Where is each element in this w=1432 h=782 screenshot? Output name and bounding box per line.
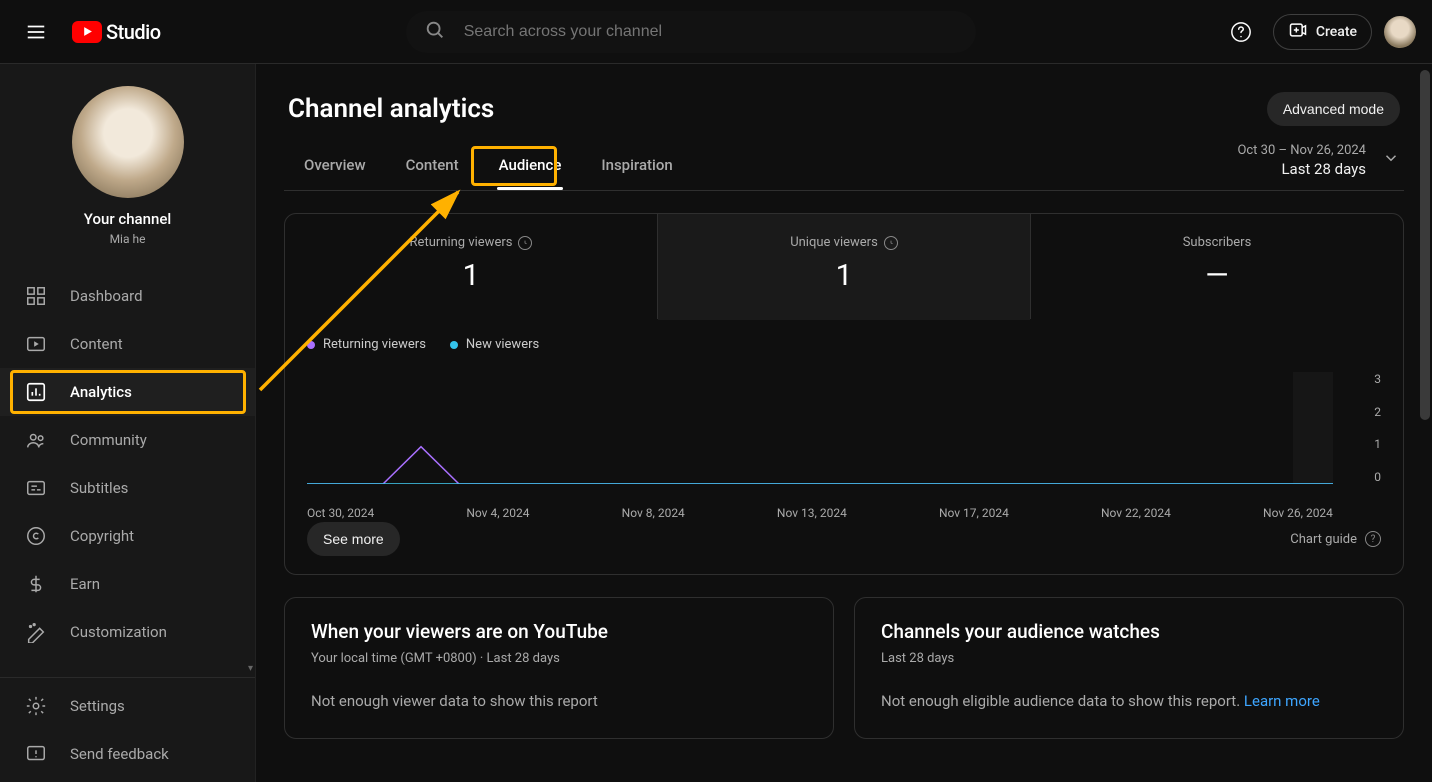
sidebar-item-label: Dashboard [70, 287, 143, 305]
scroll-down-icon[interactable]: ▾ [248, 663, 253, 674]
learn-more-link[interactable]: Learn more [1244, 692, 1320, 710]
tab-content[interactable]: Content [390, 138, 475, 190]
create-button[interactable]: Create [1273, 14, 1372, 50]
metric-label: Returning viewers [410, 235, 513, 250]
sidebar-item-analytics[interactable]: Analytics [0, 368, 255, 416]
user-avatar[interactable] [1384, 16, 1416, 48]
create-plus-icon [1288, 20, 1308, 44]
clock-icon [518, 236, 532, 250]
chevron-down-icon [1382, 149, 1400, 171]
subtitles-icon [24, 476, 48, 500]
metric-label: Subscribers [1183, 235, 1252, 250]
sidebar-item-content[interactable]: Content [0, 320, 255, 368]
studio-logo[interactable]: Studio [72, 20, 161, 44]
earn-icon [24, 572, 48, 596]
metric-value: 1 [658, 258, 1030, 293]
clock-icon [884, 236, 898, 250]
sidebar-item-label: Community [70, 431, 147, 449]
sidebar-item-subtitles[interactable]: Subtitles [0, 464, 255, 512]
help-icon[interactable] [1221, 12, 1261, 52]
channel-title: Your channel [0, 210, 255, 228]
date-range-sub: Oct 30 – Nov 26, 2024 [1237, 143, 1366, 158]
date-range-picker[interactable]: Oct 30 – Nov 26, 2024 Last 28 days [1237, 143, 1400, 186]
customization-icon [24, 620, 48, 644]
legend-label: Returning viewers [323, 337, 426, 352]
legend-item: Returning viewers [307, 337, 426, 352]
feedback-icon [24, 742, 48, 766]
card-when-viewers-on-youtube: When your viewers are on YouTube Your lo… [284, 597, 834, 739]
analytics-icon [24, 380, 48, 404]
legend-item: New viewers [450, 337, 539, 352]
tab-inspiration[interactable]: Inspiration [585, 138, 688, 190]
sidebar-item-label: Copyright [70, 527, 134, 545]
sidebar-item-label: Earn [70, 575, 100, 593]
menu-icon[interactable] [16, 12, 56, 52]
card-title: Channels your audience watches [881, 620, 1377, 643]
top-bar: Studio Create [0, 0, 1432, 64]
search-box[interactable] [406, 11, 976, 53]
page-title: Channel analytics [288, 94, 494, 124]
chart-x-axis: Oct 30, 2024Nov 4, 2024Nov 8, 2024Nov 13… [307, 506, 1333, 520]
tab-overview[interactable]: Overview [288, 138, 382, 190]
card-body: Not enough viewer data to show this repo… [311, 692, 807, 710]
dashboard-icon [24, 284, 48, 308]
channel-name: Mia he [0, 232, 255, 246]
scrollbar[interactable] [1420, 70, 1430, 420]
metric-label: Unique viewers [790, 235, 878, 250]
metric-value: 1 [285, 258, 657, 293]
nav-list: Dashboard Content Analytics Community Su… [0, 264, 255, 664]
sidebar-item-label: Send feedback [70, 745, 169, 763]
sidebar-item-community[interactable]: Community [0, 416, 255, 464]
create-label: Create [1316, 24, 1357, 40]
sidebar-item-label: Settings [70, 697, 125, 715]
sidebar-item-settings[interactable]: Settings [0, 682, 255, 730]
see-more-button[interactable]: See more [307, 522, 400, 556]
sidebar-item-feedback[interactable]: Send feedback [0, 730, 255, 778]
sidebar-item-label: Subtitles [70, 479, 128, 497]
card-channels-watched: Channels your audience watches Last 28 d… [854, 597, 1404, 739]
chart-y-axis: 3210 [1341, 372, 1381, 484]
analytics-tabs: Overview Content Audience Inspiration [288, 138, 689, 190]
metrics-card: Returning viewers 1 Unique viewers 1 Sub… [284, 213, 1404, 575]
legend-dot [450, 341, 458, 349]
copyright-icon [24, 524, 48, 548]
sidebar-item-label: Customization [70, 623, 167, 641]
gear-icon [24, 694, 48, 718]
card-subtitle: Last 28 days [881, 651, 1377, 666]
logo-text: Studio [106, 20, 161, 44]
sidebar: Your channel Mia he Dashboard Content An… [0, 64, 256, 782]
sidebar-item-customization[interactable]: Customization [0, 608, 255, 656]
date-range-main: Last 28 days [1237, 160, 1366, 178]
help-icon: ? [1365, 531, 1381, 547]
metric-tab-subscribers[interactable]: Subscribers — [1031, 214, 1403, 319]
metric-tab-returning-viewers[interactable]: Returning viewers 1 [285, 214, 658, 319]
card-body-text: Not enough eligible audience data to sho… [881, 692, 1244, 710]
legend-dot [307, 341, 315, 349]
search-input[interactable] [464, 23, 958, 41]
chart-guide-link[interactable]: Chart guide ? [1290, 531, 1381, 547]
sidebar-item-copyright[interactable]: Copyright [0, 512, 255, 560]
sidebar-item-earn[interactable]: Earn [0, 560, 255, 608]
sidebar-item-label: Analytics [70, 383, 132, 401]
content-icon [24, 332, 48, 356]
line-chart[interactable]: 3210 Oct 30, 2024Nov 4, 2024Nov 8, 2024N… [307, 372, 1381, 502]
community-icon [24, 428, 48, 452]
content-area: Channel analytics Advanced mode Overview… [256, 64, 1432, 782]
sidebar-item-label: Content [70, 335, 123, 353]
sidebar-item-dashboard[interactable]: Dashboard [0, 272, 255, 320]
youtube-icon [72, 21, 102, 43]
channel-avatar [72, 86, 184, 198]
tab-audience[interactable]: Audience [483, 138, 578, 190]
advanced-mode-button[interactable]: Advanced mode [1267, 92, 1400, 126]
metric-value: — [1031, 258, 1403, 293]
card-title: When your viewers are on YouTube [311, 620, 807, 643]
search-icon [424, 19, 446, 45]
metric-tab-unique-viewers[interactable]: Unique viewers 1 [658, 214, 1031, 319]
legend-label: New viewers [466, 337, 539, 352]
channel-block[interactable]: Your channel Mia he [0, 64, 255, 264]
chart-guide-label: Chart guide [1290, 532, 1357, 547]
card-body: Not enough eligible audience data to sho… [881, 692, 1377, 710]
chart-legend: Returning viewers New viewers [307, 337, 1381, 352]
card-subtitle: Your local time (GMT +0800) · Last 28 da… [311, 651, 807, 666]
